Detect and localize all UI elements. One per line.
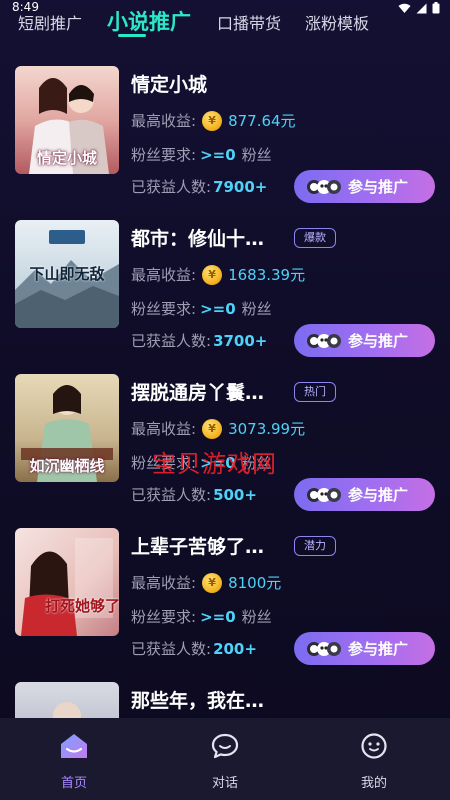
fans-unit: 粉丝 (241, 300, 272, 318)
book-card[interactable]: 下山即无敌 都市：修仙十… 爆款 最高收益: ¥ 1683.39元 粉丝要求: … (0, 220, 450, 357)
avatar-stack-icon (306, 333, 342, 349)
earned-count-row: 已获益人数: 3700+ (131, 330, 267, 351)
book-cover[interactable]: 情定小城 (15, 66, 119, 174)
book-title[interactable]: 情定小城 (131, 70, 207, 97)
fans-unit: 粉丝 (241, 608, 272, 626)
nav-home-label: 首页 (60, 776, 87, 791)
book-badge: 潜力 (294, 536, 336, 556)
fans-requirement-value: >=0 (200, 607, 236, 626)
earned-count-value: 200+ (213, 639, 257, 658)
earned-count-label: 已获益人数: (131, 486, 212, 504)
book-title[interactable]: 那些年，我在… (131, 686, 264, 713)
bottom-nav: 首页 对话 我的 (0, 718, 450, 800)
earned-count-label: 已获益人数: (131, 640, 212, 658)
book-title[interactable]: 上辈子苦够了… (131, 532, 264, 559)
nav-chat-label: 对话 (211, 776, 238, 791)
promote-button-label: 参与推广 (348, 486, 409, 504)
tab-novel[interactable]: 小说推广 (107, 6, 191, 36)
max-earning-row: 最高收益: ¥ 3073.99元 (131, 418, 305, 439)
avatar-stack-icon (306, 641, 342, 657)
watermark-text: 宝贝游戏网 (152, 450, 277, 478)
max-earning-label: 最高收益: (131, 574, 197, 592)
app-screen: 8:49 短剧推广 小说推广 口播带货 涨粉模板 情定小城 情定小城 最高收益:… (0, 0, 450, 800)
category-tabs: 短剧推广 小说推广 口播带货 涨粉模板 (0, 6, 450, 37)
earned-count-row: 已获益人数: 500+ (131, 484, 257, 505)
max-earning-value: 8100元 (228, 574, 282, 592)
fans-requirement-label: 粉丝要求: (131, 146, 197, 164)
cover-art (15, 528, 119, 636)
earned-count-value: 3700+ (213, 331, 268, 350)
nav-home[interactable]: 首页 (34, 732, 114, 791)
book-badge: 爆款 (294, 228, 336, 248)
coin-icon: ¥ (202, 418, 223, 439)
fans-requirement-label: 粉丝要求: (131, 300, 197, 318)
book-cover[interactable]: 下山即无敌 (15, 220, 119, 328)
max-earning-row: 最高收益: ¥ 8100元 (131, 572, 281, 593)
home-icon (61, 734, 87, 758)
earned-count-label: 已获益人数: (131, 178, 212, 196)
nav-profile[interactable]: 我的 (334, 732, 414, 791)
earned-count-value: 7900+ (213, 177, 268, 196)
cover-title: 如沉幽栖线 (29, 457, 105, 475)
cover-title: 情定小城 (36, 149, 97, 167)
fans-unit: 粉丝 (241, 146, 272, 164)
coin-icon: ¥ (202, 110, 223, 131)
earned-count-label: 已获益人数: (131, 332, 212, 350)
max-earning-label: 最高收益: (131, 420, 197, 438)
promote-button[interactable]: 参与推广 (294, 632, 435, 665)
coin-icon: ¥ (202, 264, 223, 285)
fans-requirement-value: >=0 (200, 145, 236, 164)
active-tab-indicator (118, 34, 146, 37)
max-earning-value: 877.64元 (228, 112, 296, 130)
fans-requirement-row: 粉丝要求: >=0 粉丝 (131, 144, 272, 165)
book-card[interactable]: 打死她够了 上辈子苦够了… 潜力 最高收益: ¥ 8100元 粉丝要求: >=0… (0, 528, 450, 665)
avatar-stack-icon (306, 179, 342, 195)
tab-fan-template[interactable]: 涨粉模板 (305, 10, 369, 34)
fans-requirement-row: 粉丝要求: >=0 粉丝 (131, 606, 272, 627)
max-earning-label: 最高收益: (131, 266, 197, 284)
promote-button-label: 参与推广 (348, 178, 409, 196)
earned-count-value: 500+ (213, 485, 257, 504)
nav-profile-label: 我的 (360, 776, 387, 791)
promote-button[interactable]: 参与推广 (294, 170, 435, 203)
fans-requirement-label: 粉丝要求: (131, 608, 197, 626)
tab-short-drama[interactable]: 短剧推广 (18, 10, 82, 34)
book-badge: 热门 (294, 382, 336, 402)
promote-button[interactable]: 参与推广 (294, 324, 435, 357)
max-earning-value: 3073.99元 (228, 420, 306, 438)
nav-chat[interactable]: 对话 (185, 732, 265, 791)
earned-count-row: 已获益人数: 200+ (131, 638, 257, 659)
promote-button-label: 参与推广 (348, 332, 409, 350)
promote-button-label: 参与推广 (348, 640, 409, 658)
fans-requirement-value: >=0 (200, 299, 236, 318)
book-card[interactable]: 情定小城 情定小城 最高收益: ¥ 877.64元 粉丝要求: >=0 粉丝 已… (0, 66, 450, 203)
fans-requirement-row: 粉丝要求: >=0 粉丝 (131, 298, 272, 319)
max-earning-label: 最高收益: (131, 112, 197, 130)
profile-icon (361, 733, 387, 759)
max-earning-value: 1683.39元 (228, 266, 306, 284)
cover-title: 下山即无敌 (29, 265, 105, 283)
promote-button[interactable]: 参与推广 (294, 478, 435, 511)
tab-live-selling[interactable]: 口播带货 (217, 10, 281, 34)
book-cover[interactable]: 打死她够了 (15, 528, 119, 636)
book-card[interactable]: 如沉幽栖线 摆脱通房丫鬟… 热门 最高收益: ¥ 3073.99元 粉丝要求: … (0, 374, 450, 511)
cover-title: 打死她够了 (45, 597, 119, 615)
book-title[interactable]: 摆脱通房丫鬟… (131, 378, 264, 405)
book-cover[interactable]: 如沉幽栖线 (15, 374, 119, 482)
earned-count-row: 已获益人数: 7900+ (131, 176, 267, 197)
max-earning-row: 最高收益: ¥ 877.64元 (131, 110, 296, 131)
coin-icon: ¥ (202, 572, 223, 593)
avatar-stack-icon (306, 487, 342, 503)
max-earning-row: 最高收益: ¥ 1683.39元 (131, 264, 305, 285)
book-title[interactable]: 都市：修仙十… (131, 224, 264, 251)
chat-icon (211, 733, 239, 759)
